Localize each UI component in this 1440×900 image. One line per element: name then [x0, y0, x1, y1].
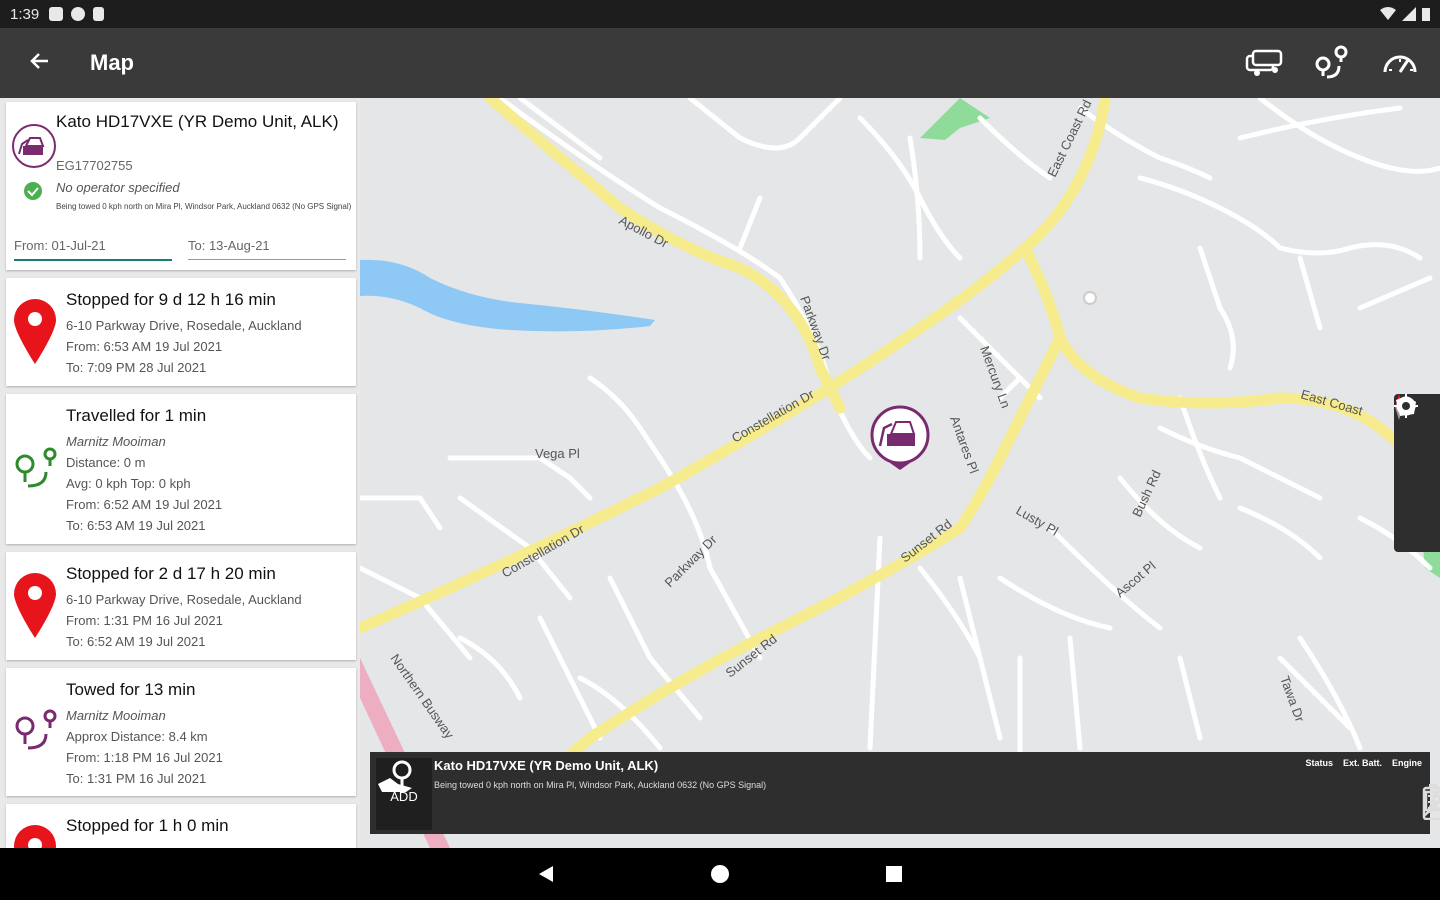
- signal-icon: [1402, 7, 1416, 21]
- add-button[interactable]: ADD: [376, 758, 432, 830]
- trip-to: To: 1:31 PM 16 Jul 2021: [66, 771, 207, 786]
- trip-from: From: 6:53 AM 19 Jul 2021: [66, 339, 223, 354]
- water-body: [360, 259, 655, 332]
- ext-batt-label: Ext. Batt.: [1342, 758, 1382, 768]
- map-canvas[interactable]: Apollo Dr Constellation Dr Constellation…: [360, 98, 1440, 848]
- street-label: Vega Pl: [535, 446, 580, 461]
- asset-operator: No operator specified: [56, 180, 180, 195]
- add-geofence-icon: [378, 760, 412, 792]
- ok-status-icon: [24, 182, 42, 200]
- trip-title: Towed for 13 min: [66, 680, 196, 699]
- engine-label: Engine: [1391, 758, 1422, 768]
- trip-to: To: 6:53 AM 19 Jul 2021: [66, 518, 206, 533]
- route-icon[interactable]: [1312, 43, 1352, 83]
- trip-item[interactable]: Stopped for 2 d 17 h 20 min 6-10 Parkway…: [6, 552, 356, 660]
- trip-to: To: 7:09 PM 28 Jul 2021: [66, 360, 207, 375]
- notification-icon: [49, 7, 64, 21]
- map-view[interactable]: Apollo Dr Constellation Dr Constellation…: [360, 98, 1440, 848]
- trip-item[interactable]: Towed for 13 min Marnitz Mooiman Approx …: [6, 668, 356, 796]
- stop-pin-icon: [14, 825, 56, 848]
- bar-asset-location: Being towed 0 kph north on Mira Pl, Wind…: [434, 780, 767, 790]
- street-label: Ascot Pl: [1112, 558, 1158, 600]
- home-icon[interactable]: [708, 862, 732, 886]
- chat-icon: [71, 7, 86, 21]
- dashboard-icon[interactable]: [1380, 43, 1420, 83]
- vehicles-icon[interactable]: [1244, 43, 1284, 83]
- trip-title: Stopped for 2 d 17 h 20 min: [66, 564, 276, 583]
- street-label: Northern Busway: [388, 651, 458, 742]
- street-label: East Coast: [1299, 386, 1365, 418]
- map-tools-panel: [1394, 394, 1440, 552]
- status-label: Status: [1305, 758, 1333, 768]
- street-label: Mercury Ln: [977, 344, 1013, 410]
- geofence-icon[interactable]: [1396, 396, 1431, 542]
- bar-asset-name: Kato HD17VXE (YR Demo Unit, ALK): [434, 758, 659, 773]
- street-label: Antares Pl: [947, 414, 982, 476]
- trip-from: From: 1:18 PM 16 Jul 2021: [66, 750, 223, 765]
- street-label: Parkway Dr: [662, 532, 721, 591]
- trip-title: Travelled for 1 min: [66, 406, 207, 425]
- street-label: Constellation Dr: [729, 386, 817, 446]
- back-arrow-icon[interactable]: [0, 47, 80, 80]
- trip-address: 6-10 Parkway Drive, Rosedale, Auckland: [66, 592, 302, 607]
- street-label: Lusty Pl: [1014, 503, 1062, 539]
- trip-title: Stopped for 9 d 12 h 16 min: [66, 290, 276, 309]
- stop-pin-icon: [14, 573, 56, 638]
- back-icon[interactable]: [534, 862, 558, 886]
- trip-speed: Avg: 0 kph Top: 0 kph: [66, 476, 191, 491]
- sd-card-icon: [93, 7, 105, 21]
- trip-item[interactable]: Travelled for 1 min Marnitz Mooiman Dist…: [6, 394, 356, 544]
- poi-marker: [1083, 291, 1097, 305]
- trip-driver: Marnitz Mooiman: [66, 708, 166, 723]
- trip-title: Stopped for 1 h 0 min: [66, 816, 229, 835]
- trip-distance: Approx Distance: 8.4 km: [66, 729, 208, 744]
- trip-driver: Marnitz Mooiman: [66, 434, 166, 449]
- stop-pin-icon: [14, 299, 56, 364]
- system-nav-bar: [0, 848, 1440, 900]
- trip-item[interactable]: Stopped for 9 d 12 h 16 min 6-10 Parkway…: [6, 278, 356, 386]
- status-column-labels: Status Ext. Batt. Engine: [1305, 758, 1422, 768]
- tow-route-icon: [15, 709, 57, 750]
- travel-route-icon: [15, 447, 57, 488]
- asset-name: Kato HD17VXE (YR Demo Unit, ALK): [56, 112, 339, 131]
- asset-map-marker[interactable]: [870, 405, 930, 470]
- excavator-avatar-icon: [12, 124, 56, 168]
- asset-header-card: Kato HD17VXE (YR Demo Unit, ALK) EG17702…: [6, 102, 356, 270]
- status-bar: 1:39: [0, 0, 1440, 28]
- asset-location: Being towed 0 kph north on Mira Pl, Wind…: [56, 202, 352, 211]
- locate-icon[interactable]: [1394, 394, 1431, 505]
- trip-from: From: 1:31 PM 16 Jul 2021: [66, 613, 223, 628]
- page-title: Map: [90, 50, 134, 75]
- asset-serial: EG17702755: [56, 158, 133, 173]
- street-label: Constellation Dr: [499, 521, 587, 581]
- from-date-field[interactable]: From: 01-Jul-21: [14, 238, 172, 261]
- trip-item[interactable]: Stopped for 1 h 0 min: [6, 804, 356, 848]
- recents-icon[interactable]: [882, 862, 906, 886]
- asset-info-bar[interactable]: ADD Kato HD17VXE (YR Demo Unit, ALK) Bei…: [370, 752, 1440, 834]
- compass-icon[interactable]: [1395, 394, 1431, 469]
- trip-to: To: 6:52 AM 19 Jul 2021: [66, 634, 206, 649]
- wifi-icon: [1380, 7, 1396, 20]
- engine-off-icon: [1424, 786, 1440, 813]
- trip-distance: Distance: 0 m: [66, 455, 146, 470]
- to-date-field[interactable]: To: 13-Aug-21: [188, 238, 346, 260]
- trip-list-panel: Kato HD17VXE (YR Demo Unit, ALK) EG17702…: [0, 98, 360, 848]
- battery-icon: [1422, 8, 1430, 21]
- clock: 1:39: [10, 5, 40, 23]
- trip-address: 6-10 Parkway Drive, Rosedale, Auckland: [66, 318, 302, 333]
- trip-from: From: 6:52 AM 19 Jul 2021: [66, 497, 223, 512]
- app-bar: Map: [0, 28, 1440, 98]
